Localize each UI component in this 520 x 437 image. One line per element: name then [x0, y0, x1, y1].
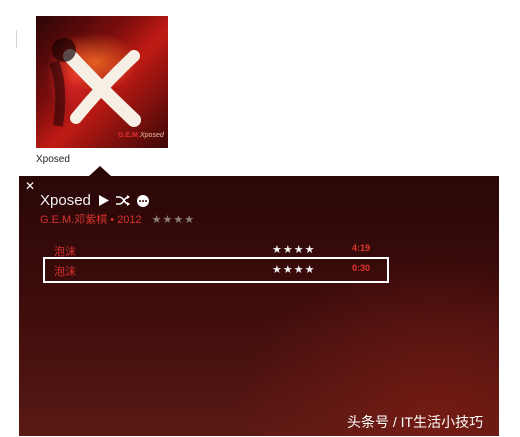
album-card[interactable]: G.E.M. Xposed Xposed — [36, 16, 168, 165]
popover-pointer — [89, 166, 111, 176]
cover-brand: G.E.M. — [118, 132, 140, 139]
close-icon[interactable]: ✕ — [25, 180, 35, 192]
title-row: Xposed — [40, 192, 149, 209]
artist-year[interactable]: G.E.M.邓紫棋 • 2012 — [40, 211, 142, 227]
shuffle-icon[interactable] — [115, 195, 130, 206]
cover-title: Xposed — [140, 132, 164, 139]
album-caption[interactable]: Xposed — [36, 154, 168, 165]
track-rating[interactable]: ★★★★ — [272, 243, 315, 256]
track-row[interactable]: 泡沫 ★★★★ 4:19 — [54, 243, 394, 258]
more-icon[interactable] — [136, 194, 149, 207]
watermark: 头条号 / IT生活小技巧 — [347, 414, 484, 430]
album-detail-panel: ✕ Xposed G.E.M.邓紫棋 • 2012 ★★★★ 泡沫 ★★★★ 4… — [19, 176, 499, 436]
window-edge — [16, 30, 17, 48]
play-icon[interactable] — [98, 195, 109, 206]
album-cover[interactable]: G.E.M. Xposed — [36, 16, 168, 148]
album-rating[interactable]: ★★★★ — [152, 213, 195, 226]
cover-art-x — [49, 38, 141, 127]
meta-row: G.E.M.邓紫棋 • 2012 ★★★★ — [40, 211, 195, 227]
album-title: Xposed — [40, 192, 91, 209]
track-duration: 4:19 — [352, 243, 371, 253]
highlight-box — [43, 257, 389, 283]
